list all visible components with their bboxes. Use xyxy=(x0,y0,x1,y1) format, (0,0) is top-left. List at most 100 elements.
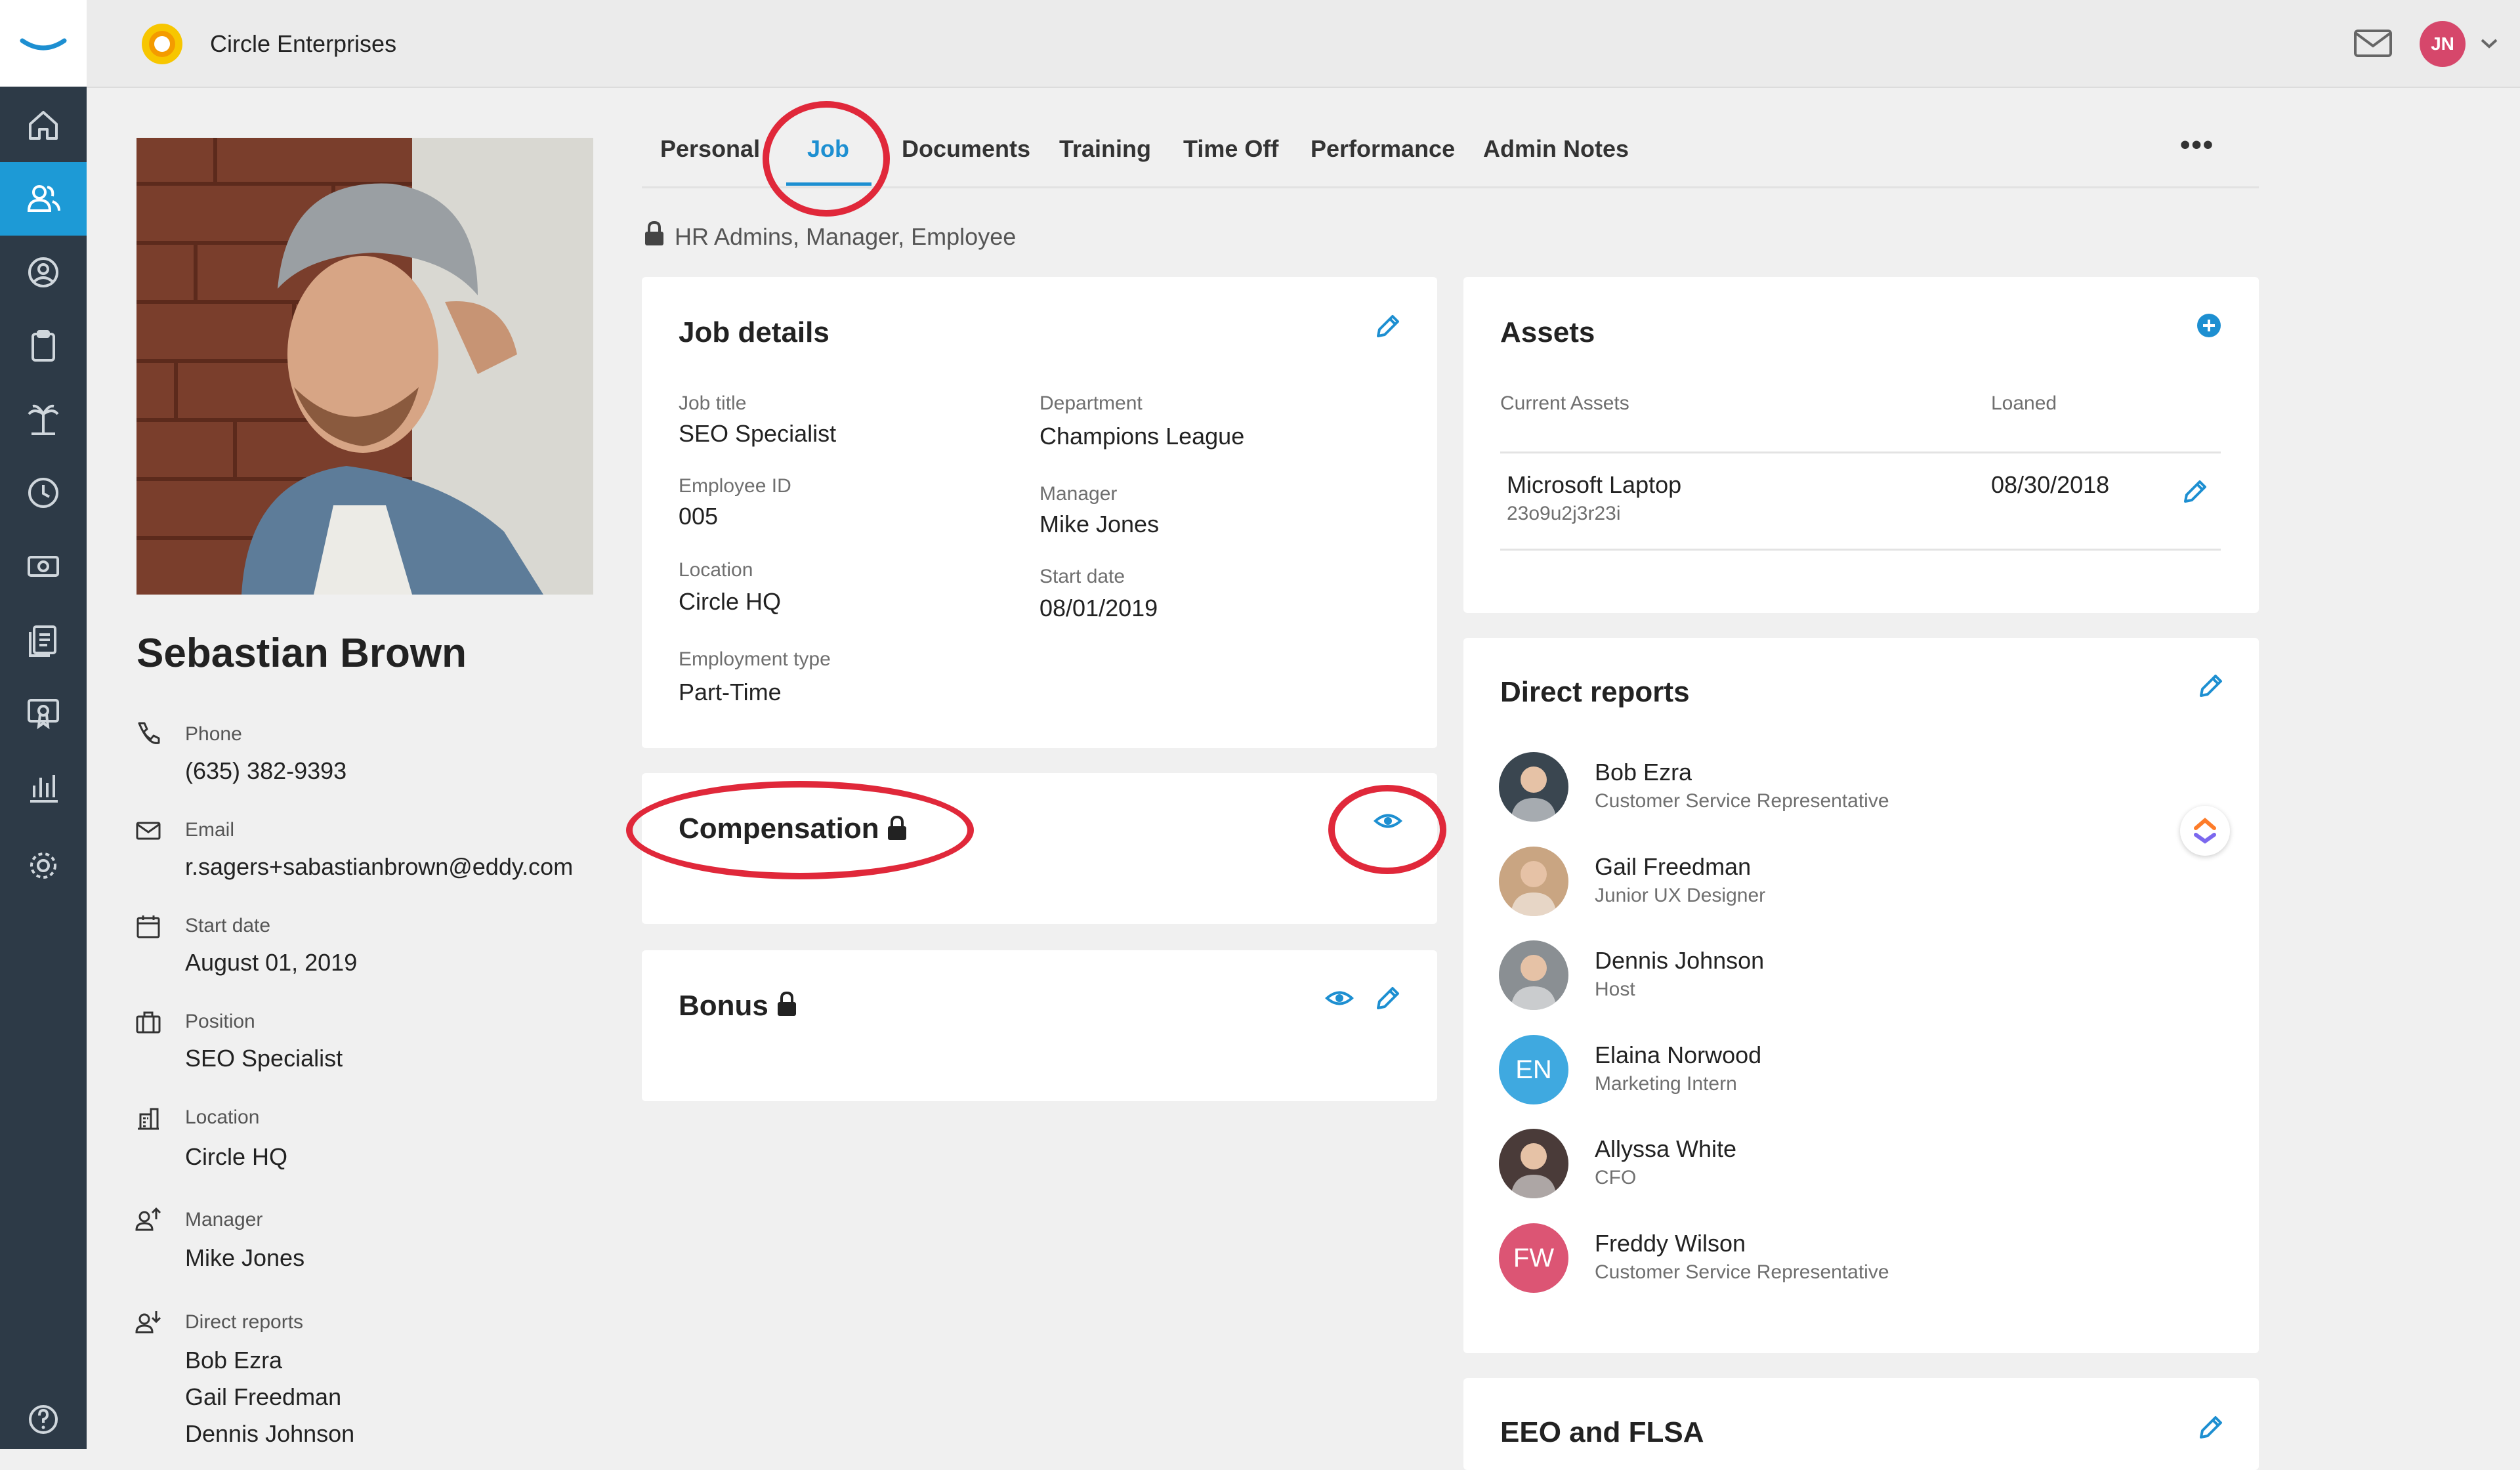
bonus-card: Bonus xyxy=(642,950,1437,1101)
company-logo-icon xyxy=(142,24,182,64)
highlight-ring-job-tab xyxy=(763,101,890,217)
report-name[interactable]: Dennis Johnson xyxy=(1595,947,1764,975)
tab-documents[interactable]: Documents xyxy=(902,135,1030,163)
report-name[interactable]: Elaina Norwood xyxy=(1595,1041,1761,1069)
direct-report-link[interactable]: Bob Ezra xyxy=(185,1347,282,1374)
edit-pencil-icon[interactable] xyxy=(2196,1412,2226,1442)
home-icon xyxy=(29,111,58,140)
logo-icon xyxy=(20,38,67,51)
report-name[interactable]: Bob Ezra xyxy=(1595,759,1692,786)
report-avatar[interactable] xyxy=(1499,940,1568,1010)
nav-time[interactable] xyxy=(0,456,87,530)
money-icon xyxy=(28,556,59,577)
manager-label: Manager xyxy=(1040,483,1118,505)
location-value: Circle HQ xyxy=(679,588,782,615)
nav-settings[interactable] xyxy=(0,829,87,902)
nav-clipboard[interactable] xyxy=(0,309,87,383)
sidebar xyxy=(0,0,87,1449)
clock-icon xyxy=(28,478,58,508)
assets-title: Assets xyxy=(1500,316,1595,348)
manager-value[interactable]: Mike Jones xyxy=(185,1244,304,1272)
report-avatar[interactable]: EN xyxy=(1499,1035,1568,1104)
start-date-value: August 01, 2019 xyxy=(185,949,358,976)
tab-time-off[interactable]: Time Off xyxy=(1183,135,1278,163)
eeo-title: EEO and FLSA xyxy=(1500,1416,1704,1448)
highlight-ring-eye xyxy=(1328,785,1446,874)
assets-card: Assets Current Assets Loaned Microsoft L… xyxy=(1463,277,2259,613)
manager-label: Manager xyxy=(185,1209,263,1230)
edit-pencil-icon[interactable] xyxy=(2180,476,2210,507)
report-avatar[interactable]: FW xyxy=(1499,1223,1568,1293)
bar-chart-icon xyxy=(30,775,58,803)
report-title: CFO xyxy=(1595,1167,1637,1188)
clipboard-icon xyxy=(32,330,55,362)
job-details-card: Job details Job title SEO Specialist Dep… xyxy=(642,277,1437,748)
asset-serial: 23o9u2j3r23i xyxy=(1507,503,1621,524)
manager-icon xyxy=(135,1207,161,1231)
asset-name: Microsoft Laptop xyxy=(1507,471,1682,498)
tab-performance[interactable]: Performance xyxy=(1311,135,1455,163)
tab-divider xyxy=(642,186,2259,188)
add-asset-icon[interactable] xyxy=(2196,312,2222,339)
more-options-button[interactable]: ••• xyxy=(2180,129,2214,161)
nav-payroll[interactable] xyxy=(0,530,87,603)
tab-admin-notes[interactable]: Admin Notes xyxy=(1483,135,1629,163)
palm-tree-icon xyxy=(28,404,59,435)
report-name[interactable]: Allyssa White xyxy=(1595,1135,1736,1163)
eye-icon[interactable] xyxy=(1324,983,1354,1013)
location-label: Location xyxy=(185,1106,260,1128)
documents-icon xyxy=(29,625,56,657)
report-avatar[interactable] xyxy=(1499,752,1568,822)
tab-training[interactable]: Training xyxy=(1059,135,1151,163)
edit-pencil-icon[interactable] xyxy=(1373,983,1403,1013)
report-name[interactable]: Gail Freedman xyxy=(1595,853,1751,881)
report-avatar[interactable] xyxy=(1499,847,1568,916)
profile-name: Sebastian Brown xyxy=(136,631,467,676)
manager-value: Mike Jones xyxy=(1040,511,1160,537)
nav-home[interactable] xyxy=(0,89,87,162)
nav-profile[interactable] xyxy=(0,236,87,309)
report-name[interactable]: Freddy Wilson xyxy=(1595,1230,1746,1257)
nav-people[interactable] xyxy=(0,162,87,236)
phone-value[interactable]: (635) 382-9393 xyxy=(185,757,346,785)
edit-pencil-icon[interactable] xyxy=(2196,671,2226,701)
start-date-value: 08/01/2019 xyxy=(1040,595,1158,621)
direct-report-link[interactable]: Dennis Johnson xyxy=(185,1420,354,1448)
report-title: Host xyxy=(1595,978,1635,1000)
current-assets-header: Current Assets xyxy=(1500,392,1629,414)
employment-type-label: Employment type xyxy=(679,648,831,670)
start-date-label: Start date xyxy=(185,915,271,936)
employee-id-label: Employee ID xyxy=(679,475,791,497)
table-row-divider xyxy=(1500,549,2221,551)
nav-help[interactable] xyxy=(0,1390,87,1449)
employment-type-value: Part-Time xyxy=(679,679,782,705)
nav-documents[interactable] xyxy=(0,603,87,677)
chevron-down-icon[interactable] xyxy=(2479,37,2499,50)
nav-reports[interactable] xyxy=(0,750,87,824)
position-value: SEO Specialist xyxy=(185,1045,343,1072)
bonus-title: Bonus xyxy=(679,990,768,1022)
nav-time-off[interactable] xyxy=(0,383,87,456)
direct-report-link[interactable]: Gail Freedman xyxy=(185,1383,341,1411)
app-logo[interactable] xyxy=(0,0,87,87)
location-label: Location xyxy=(679,559,753,581)
department-label: Department xyxy=(1040,392,1143,414)
mail-icon[interactable] xyxy=(2353,29,2393,58)
lock-icon xyxy=(778,991,796,1016)
asset-loaned-date: 08/30/2018 xyxy=(1991,471,2110,498)
report-title: Junior UX Designer xyxy=(1595,885,1766,906)
report-title: Marketing Intern xyxy=(1595,1073,1737,1095)
email-value[interactable]: r.sagers+sabastianbrown@eddy.com xyxy=(185,853,573,881)
user-avatar[interactable]: JN xyxy=(2420,21,2466,67)
edit-pencil-icon[interactable] xyxy=(1373,311,1403,341)
floating-widget-button[interactable] xyxy=(2180,806,2230,856)
report-avatar[interactable] xyxy=(1499,1129,1568,1198)
job-title-label: Job title xyxy=(679,392,747,414)
profile-photo xyxy=(136,138,593,595)
email-icon xyxy=(136,822,161,840)
company-name[interactable]: Circle Enterprises xyxy=(210,30,396,58)
highlight-ring-compensation xyxy=(626,781,974,879)
nav-training[interactable] xyxy=(0,677,87,750)
tab-personal[interactable]: Personal xyxy=(660,135,760,163)
report-title: Customer Service Representative xyxy=(1595,790,1889,812)
